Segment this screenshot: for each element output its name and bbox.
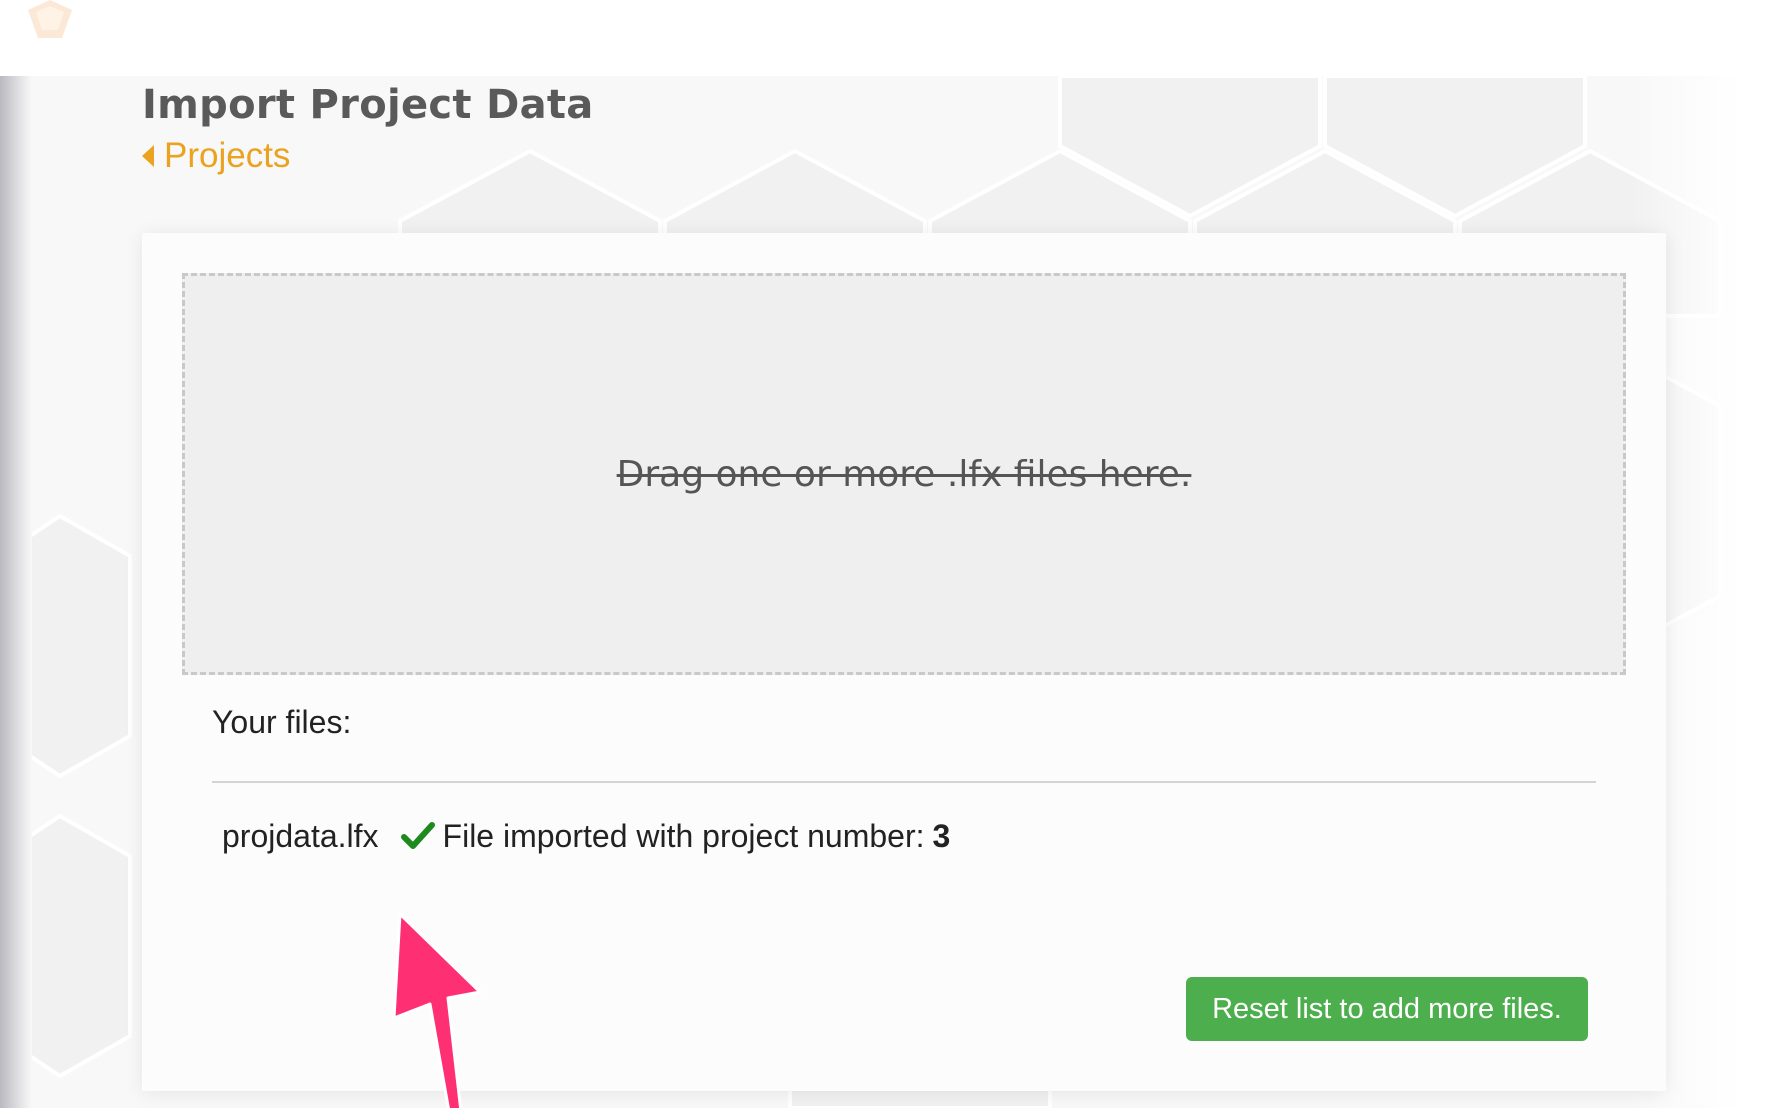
main-frame: Import Project Data Projects Drag one or… xyxy=(0,76,1770,1108)
file-dropzone[interactable]: Drag one or more .lfx files here. xyxy=(182,273,1626,675)
file-name: projdata.lfx xyxy=(222,817,379,854)
back-link-label: Projects xyxy=(164,136,291,175)
check-icon xyxy=(400,822,435,849)
annotation-arrow-icon xyxy=(392,912,482,1108)
top-bar xyxy=(0,0,1770,76)
caret-left-icon xyxy=(142,145,154,167)
files-label: Your files: xyxy=(212,704,352,740)
logo-icon xyxy=(28,0,72,38)
reset-list-button[interactable]: Reset list to add more files. xyxy=(1186,977,1588,1041)
page-title: Import Project Data xyxy=(142,82,594,128)
back-link-projects[interactable]: Projects xyxy=(142,136,290,176)
import-status-text: File imported with project number: xyxy=(442,817,925,854)
file-list-item: projdata.lfx File imported with project … xyxy=(222,813,950,859)
import-card: Drag one or more .lfx files here. Your f… xyxy=(142,233,1666,1091)
dropzone-text: Drag one or more .lfx files here. xyxy=(616,453,1192,495)
left-shadow xyxy=(0,76,32,1108)
divider xyxy=(212,781,1596,783)
project-number: 3 xyxy=(932,817,951,854)
